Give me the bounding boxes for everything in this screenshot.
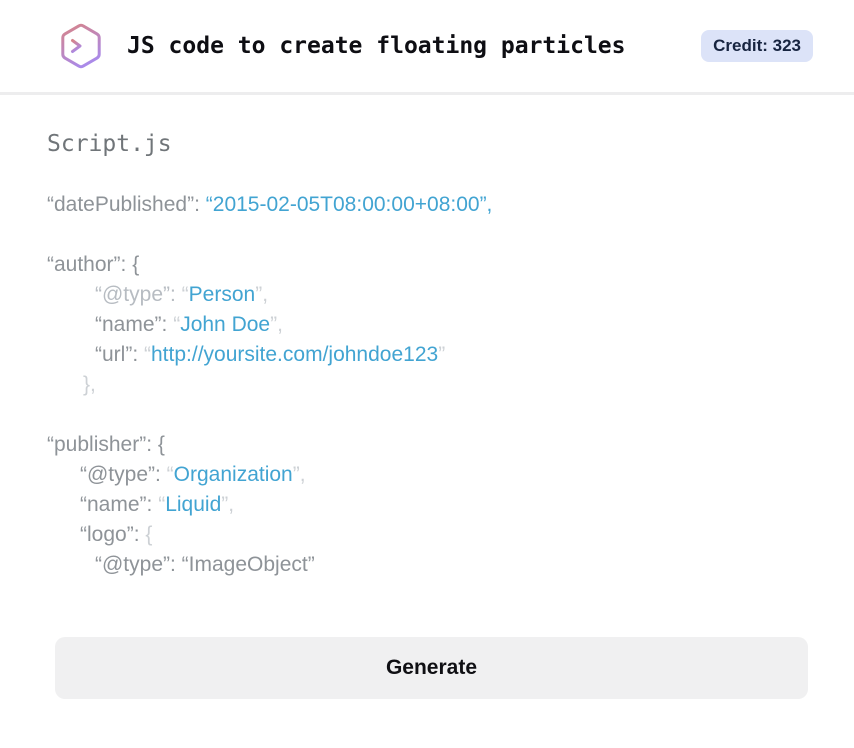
code-segment: “logo” (80, 523, 134, 546)
code-block: “datePublished”: “2015-02-05T08:00:00+08… (47, 190, 808, 580)
footer: Generate (0, 580, 854, 699)
code-segment: : (155, 463, 167, 486)
code-segment: ”, (221, 493, 235, 516)
code-segment: “@type” (80, 463, 155, 486)
code-segment: : (170, 283, 182, 306)
code-segment: : (161, 313, 174, 336)
code-segment: “url” (95, 343, 133, 366)
code-line: “@type”: “Organization”, (47, 460, 808, 490)
code-segment: “ (144, 343, 151, 366)
code-segment: “2015-02-05T08:00:00+08:00”, (205, 193, 493, 216)
code-line: “@type”: “Person”, (47, 280, 808, 310)
code-segment: ”, (270, 313, 283, 336)
code-segment: “publisher” (47, 433, 147, 456)
main-content: Script.js “datePublished”: “2015-02-05T0… (0, 95, 854, 580)
code-segment: “author” (47, 253, 121, 276)
code-segment: “name” (95, 313, 162, 336)
code-line: “publisher”: { (47, 430, 808, 460)
code-segment: John Doe (180, 313, 271, 336)
code-segment: : { (146, 433, 165, 456)
header: JS code to create floating particles Cre… (0, 0, 854, 95)
code-segment: Liquid (165, 493, 222, 516)
code-line: “url”: “http://yoursite.com/johndoe123” (47, 340, 808, 370)
code-segment: : (170, 553, 182, 576)
code-line: “author”: { (47, 250, 808, 280)
app-window: JS code to create floating particles Cre… (0, 0, 854, 748)
code-line: “name”: “John Doe”, (47, 310, 808, 340)
code-segment: “ (166, 463, 174, 486)
code-segment: “ImageObject” (181, 553, 315, 576)
code-segment: : (194, 193, 206, 216)
code-segment: Person (188, 283, 256, 306)
credit-badge: Credit: 323 (701, 30, 813, 62)
generate-button[interactable]: Generate (55, 637, 808, 699)
code-segment: }, (83, 373, 96, 396)
code-segment: : (133, 523, 146, 546)
code-segment: { (145, 523, 153, 546)
code-segment: http://yoursite.com/johndoe123 (151, 343, 439, 366)
code-line: “datePublished”: “2015-02-05T08:00:00+08… (47, 190, 808, 220)
code-line: }, (47, 370, 808, 400)
terminal-hexagon-icon (61, 23, 101, 69)
code-segment: “datePublished” (47, 193, 195, 216)
page-title: JS code to create floating particles (127, 33, 626, 59)
code-segment: “@type” (95, 283, 170, 306)
code-segment: : (146, 493, 159, 516)
file-name-heading: Script.js (47, 131, 172, 157)
code-line: “name”: “Liquid”, (47, 490, 808, 520)
code-segment: ” (438, 343, 446, 366)
code-segment: ”, (292, 463, 306, 486)
code-line: “@type”: “ImageObject” (47, 550, 808, 580)
code-segment: “@type” (95, 553, 170, 576)
code-segment: “name” (80, 493, 147, 516)
code-segment: “ (181, 283, 189, 306)
code-line: “logo”: { (47, 520, 808, 550)
code-segment: : (132, 343, 144, 366)
code-segment: Organization (173, 463, 293, 486)
code-segment: : { (120, 253, 140, 276)
code-segment: ”, (255, 283, 269, 306)
